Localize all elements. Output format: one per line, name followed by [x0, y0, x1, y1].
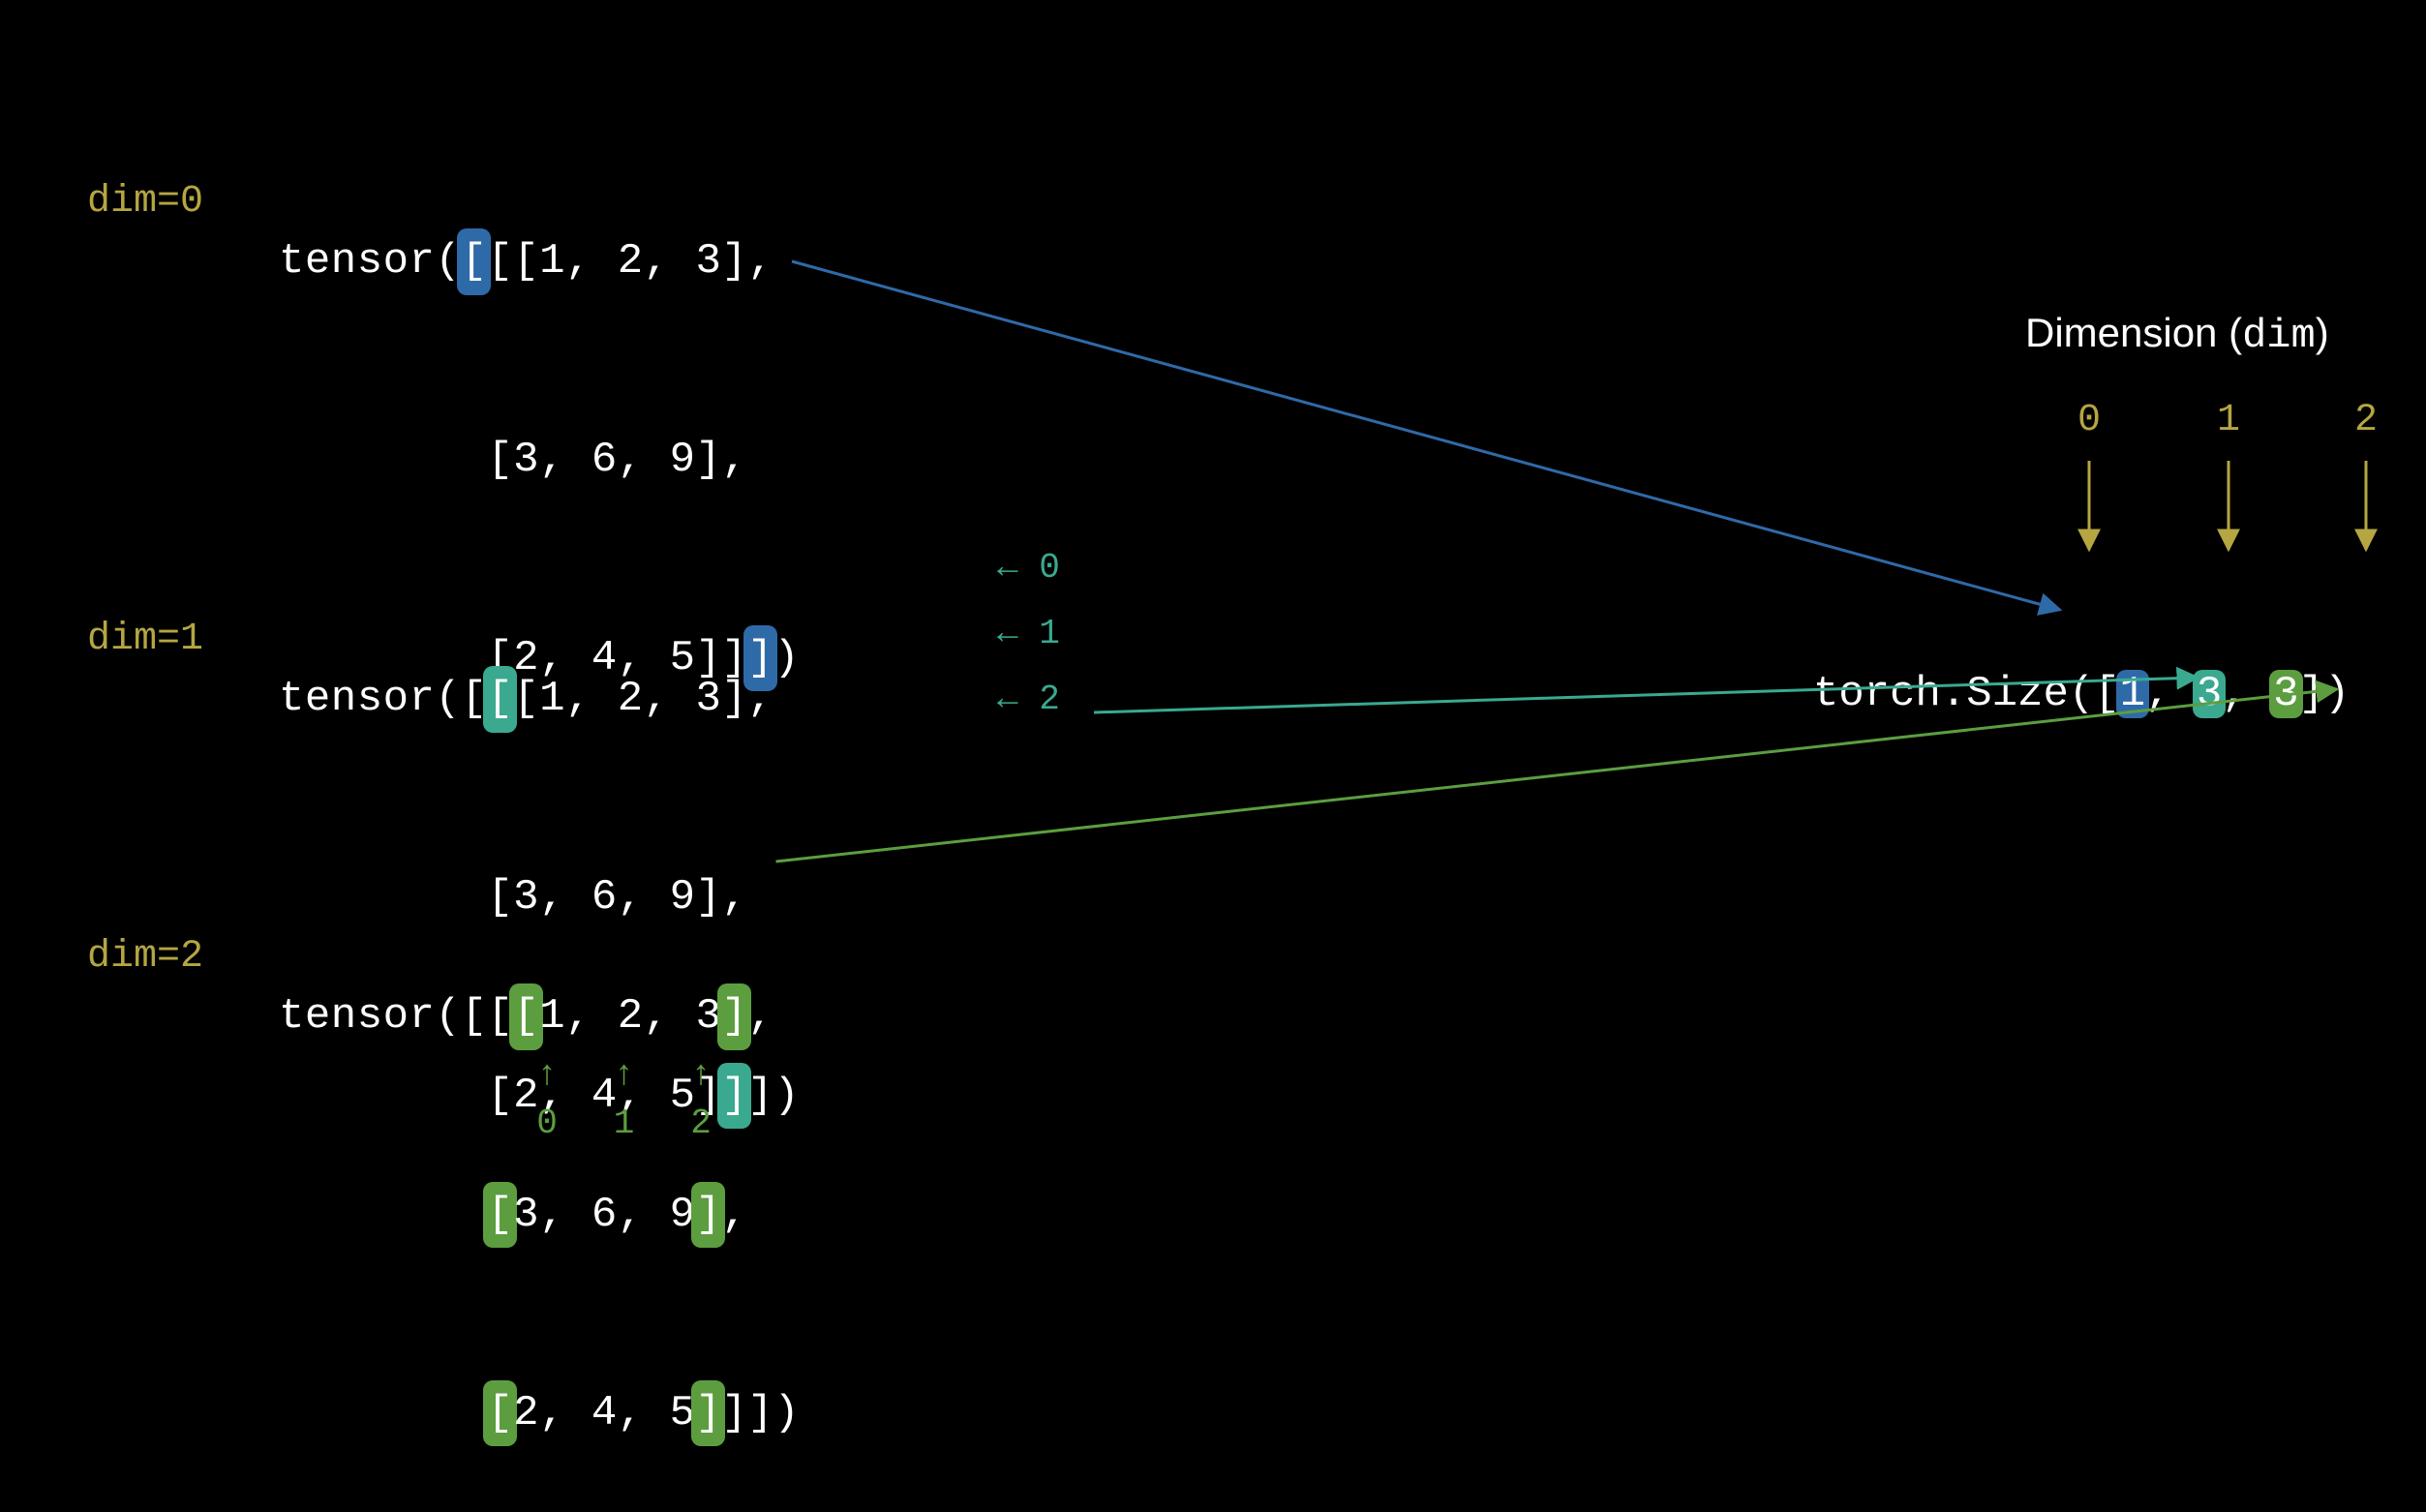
- bracket-inner-open: [: [483, 1182, 517, 1248]
- dim-index-1: 1: [2217, 399, 2240, 442]
- bracket-inner-close: ]: [717, 983, 751, 1049]
- bracket-inner-open: [: [509, 983, 543, 1049]
- col-index-2: 2: [682, 1104, 720, 1143]
- col-index-1: 1: [605, 1104, 644, 1143]
- connector-dim0: [792, 261, 2060, 610]
- row-annotation-0: ← 0: [997, 548, 1060, 588]
- dim-index-2: 2: [2354, 399, 2378, 442]
- bracket-inner-open: [: [483, 1380, 517, 1446]
- bracket-inner-close: ]: [691, 1380, 725, 1446]
- torch-size-line: torch.Size([1, 3, 3]): [1762, 621, 2350, 718]
- dim-index-0: 0: [2077, 399, 2101, 442]
- bracket-outer-open: [: [457, 228, 491, 294]
- tensor-row: tensor([[[1, 2, 3],: [279, 666, 800, 732]
- dimension-title: Dimension (dim): [2025, 310, 2329, 359]
- col-index-0: 0: [528, 1104, 566, 1143]
- col-arrow-1: ↑: [605, 1055, 644, 1095]
- dim-2-label: dim=2: [87, 935, 203, 979]
- tensor-row: [3, 6, 9],: [279, 1182, 800, 1248]
- dim-1-label: dim=1: [87, 618, 203, 661]
- col-arrow-2: ↑: [682, 1055, 720, 1095]
- size-val-0: 1: [2116, 670, 2149, 718]
- row-annotation-2: ← 2: [997, 680, 1060, 719]
- bracket-inner-close: ]: [691, 1182, 725, 1248]
- size-val-2: 3: [2269, 670, 2302, 718]
- col-arrow-0: ↑: [528, 1055, 566, 1095]
- row-annotation-1: ← 1: [997, 614, 1060, 653]
- bracket-mid-open: [: [483, 666, 517, 732]
- tensor-row: tensor([[[1, 2, 3],: [279, 228, 800, 294]
- dim-0-label: dim=0: [87, 180, 203, 224]
- tensor-row: [3, 6, 9],: [279, 427, 800, 493]
- tensor-row: [2, 4, 5]]]): [279, 1380, 800, 1446]
- tensor-block-dim2: tensor([[[1, 2, 3], [3, 6, 9], [2, 4, 5]…: [279, 852, 800, 1512]
- tensor-row: tensor([[[1, 2, 3],: [279, 983, 800, 1049]
